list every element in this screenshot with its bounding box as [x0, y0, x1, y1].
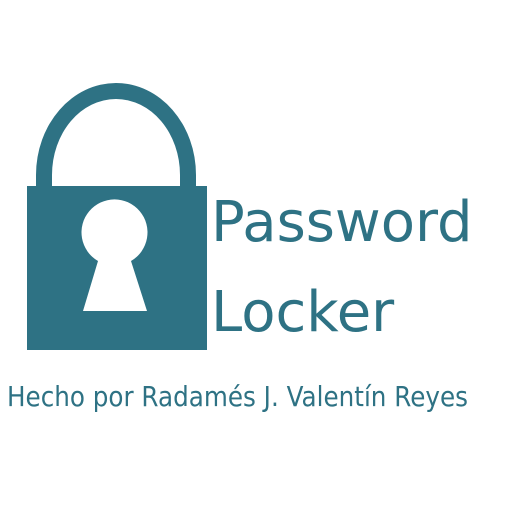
padlock-shackle	[36, 83, 196, 187]
title-locker: Locker	[211, 280, 395, 345]
author-credit: Hecho por Radamés J. Valentín Reyes	[7, 380, 468, 413]
padlock-body	[27, 186, 207, 350]
logo-canvas: Password Locker Hecho por Radamés J. Val…	[0, 0, 512, 512]
padlock-icon	[27, 83, 207, 350]
title-password: Password	[211, 190, 473, 255]
